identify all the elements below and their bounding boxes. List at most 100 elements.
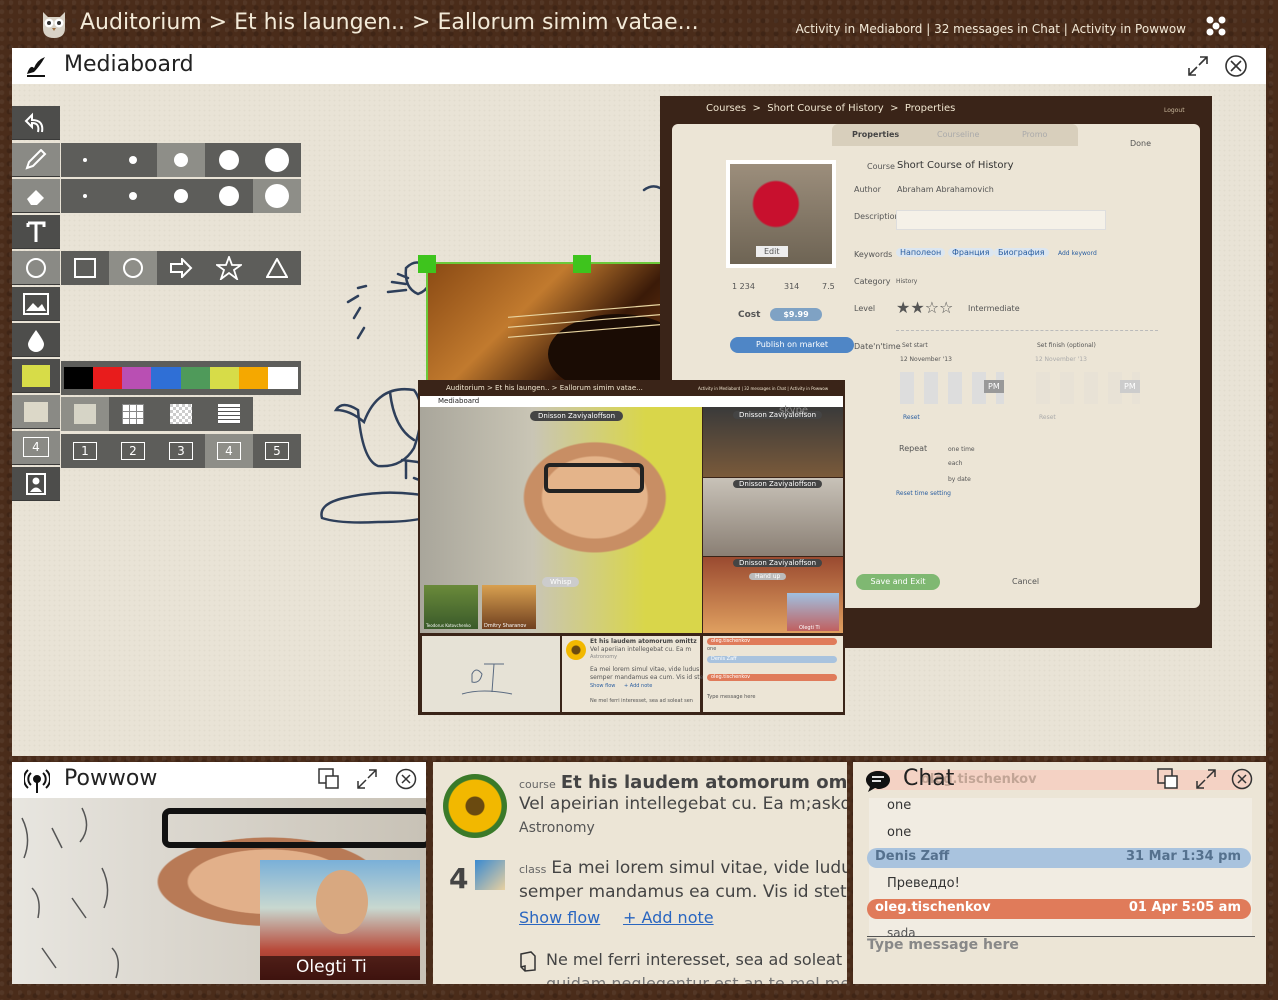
start-date[interactable]: 12 November '13 — [900, 356, 952, 363]
edit-image-button[interactable]: Edit — [756, 246, 788, 257]
nested-side-video-3[interactable]: Dnisson Zaviyaloffson Hand up Olegti Ti — [703, 557, 843, 633]
repeat-one-time[interactable]: one time — [948, 446, 975, 453]
eraser-size-1[interactable] — [61, 179, 109, 213]
page-tool-button[interactable]: 4 — [12, 431, 60, 465]
pencil-size-2[interactable] — [109, 143, 157, 177]
owl-logo-icon[interactable] — [38, 8, 70, 40]
arrow-shape[interactable] — [157, 251, 205, 285]
page-4-button[interactable]: 4 — [205, 434, 253, 468]
nested-side-video-1[interactable]: Dnisson Zaviyaloffson skype — [703, 405, 843, 477]
expand-icon[interactable] — [1195, 768, 1217, 790]
level-star[interactable]: ★ — [896, 298, 910, 317]
done-button[interactable]: Done — [1130, 139, 1151, 148]
color-picker-button[interactable] — [12, 359, 60, 393]
show-flow-link[interactable]: Show flow — [519, 908, 600, 927]
add-keyword-link[interactable]: Add keyword — [1058, 250, 1097, 257]
pattern-lines[interactable] — [205, 397, 253, 431]
color-swatch-2[interactable] — [122, 367, 153, 389]
text-tool-button[interactable] — [12, 215, 60, 249]
pattern-plain[interactable] — [61, 397, 109, 431]
participants-tool-button[interactable] — [12, 467, 60, 501]
guitar-photo[interactable] — [426, 262, 668, 384]
keyword-tag-3[interactable]: Биография — [994, 248, 1049, 257]
rectangle-shape[interactable] — [61, 251, 109, 285]
color-swatch-6[interactable] — [238, 367, 269, 389]
tab-properties[interactable]: Properties — [852, 130, 899, 139]
page-3-button[interactable]: 3 — [157, 434, 205, 468]
color-swatch-7[interactable] — [267, 367, 298, 389]
star-shape[interactable] — [205, 251, 253, 285]
tab-promo[interactable]: Promo — [1022, 130, 1047, 139]
circle-shape[interactable] — [109, 251, 157, 285]
color-swatch-0[interactable] — [64, 367, 94, 389]
detach-icon[interactable] — [1157, 768, 1179, 790]
pencil-size-5[interactable] — [253, 143, 301, 177]
level-star[interactable]: ★ — [910, 298, 924, 317]
pencil-size-1[interactable] — [61, 143, 109, 177]
close-icon[interactable] — [395, 768, 417, 790]
pattern-check[interactable] — [157, 397, 205, 431]
background-tool-button[interactable] — [12, 395, 60, 429]
level-star[interactable]: ☆ — [939, 298, 953, 317]
pencil-size-3[interactable] — [157, 143, 205, 177]
pencil-size-4[interactable] — [205, 143, 253, 177]
finish-date[interactable]: 12 November '13 — [1035, 356, 1087, 363]
apps-menu-icon[interactable] — [1205, 15, 1227, 37]
fill-tool-button[interactable] — [12, 323, 60, 357]
resize-handle-top-left[interactable] — [418, 255, 436, 273]
repeat-each[interactable]: each — [948, 460, 962, 467]
resize-handle-top-center[interactable] — [573, 255, 591, 273]
undo-button[interactable] — [12, 106, 60, 140]
close-icon[interactable] — [1231, 768, 1253, 790]
chat-msg1-user[interactable]: Denis Zaff — [875, 849, 949, 864]
eraser-size-3[interactable] — [157, 179, 205, 213]
class-thumbnail[interactable] — [475, 860, 505, 890]
color-swatch-3[interactable] — [151, 367, 182, 389]
page-1-button[interactable]: 1 — [61, 434, 109, 468]
reset-finish-link[interactable]: Reset — [1039, 414, 1056, 421]
chat-msg2-user[interactable]: oleg.tischenkov — [875, 900, 991, 915]
save-and-exit-button[interactable]: Save and Exit — [856, 574, 940, 590]
pattern-grid[interactable] — [109, 397, 157, 431]
nested-side-video-2[interactable]: Dnisson Zaviyaloffson — [703, 478, 843, 556]
chat-message-input[interactable]: Type message here — [867, 937, 1019, 953]
description-input[interactable] — [896, 210, 1106, 230]
expand-icon[interactable] — [356, 768, 378, 790]
eraser-tool-button[interactable] — [12, 179, 60, 213]
activity-links[interactable]: Activity in Mediabord | 32 messages in C… — [796, 22, 1186, 36]
triangle-shape[interactable] — [253, 251, 301, 285]
powwow-pip-video[interactable]: Olegti Ti — [260, 860, 420, 980]
color-swatch-5[interactable] — [209, 367, 240, 389]
nested-mini-board[interactable] — [422, 636, 560, 712]
start-ampm[interactable]: PM — [984, 380, 1004, 393]
publish-button[interactable]: Publish on market — [730, 337, 854, 353]
eraser-size-4[interactable] — [205, 179, 253, 213]
nested-whisp[interactable]: Whisp — [542, 577, 580, 587]
reset-time-link[interactable]: Reset time setting — [896, 490, 951, 497]
eraser-size-5[interactable] — [253, 179, 301, 213]
cost-value[interactable]: $9.99 — [770, 308, 822, 321]
level-stars[interactable]: ★★☆☆ — [896, 298, 953, 317]
level-star[interactable]: ☆ — [925, 298, 939, 317]
nested-app-screenshot[interactable]: Auditorium > Et his laungen.. > Eallorum… — [418, 380, 845, 715]
color-swatch-1[interactable] — [93, 367, 124, 389]
expand-icon[interactable] — [1186, 54, 1210, 78]
detach-icon[interactable] — [318, 768, 340, 790]
eraser-size-2[interactable] — [109, 179, 157, 213]
nested-main-video[interactable]: Dnisson Zaviyaloffson Whisp Teodorus Kot… — [420, 407, 702, 633]
course-title[interactable]: Et his laudem atomorum omitta — [561, 772, 847, 793]
props-logout[interactable]: Logout — [1164, 107, 1185, 114]
category-select[interactable]: History — [896, 278, 917, 285]
course-flower-image[interactable] — [443, 774, 507, 838]
page-5-button[interactable]: 5 — [253, 434, 301, 468]
pencil-tool-button[interactable] — [12, 143, 60, 177]
close-icon[interactable] — [1224, 54, 1248, 78]
tab-courseline[interactable]: Courseline — [937, 130, 979, 139]
add-note-link[interactable]: + Add note — [623, 908, 714, 927]
page-2-button[interactable]: 2 — [109, 434, 157, 468]
reset-start-link[interactable]: Reset — [903, 414, 920, 421]
repeat-by-date[interactable]: by date — [948, 476, 971, 483]
keyword-tag-2[interactable]: Франция — [948, 248, 994, 257]
cancel-button[interactable]: Cancel — [1012, 577, 1039, 586]
finish-ampm[interactable]: PM — [1120, 380, 1140, 393]
